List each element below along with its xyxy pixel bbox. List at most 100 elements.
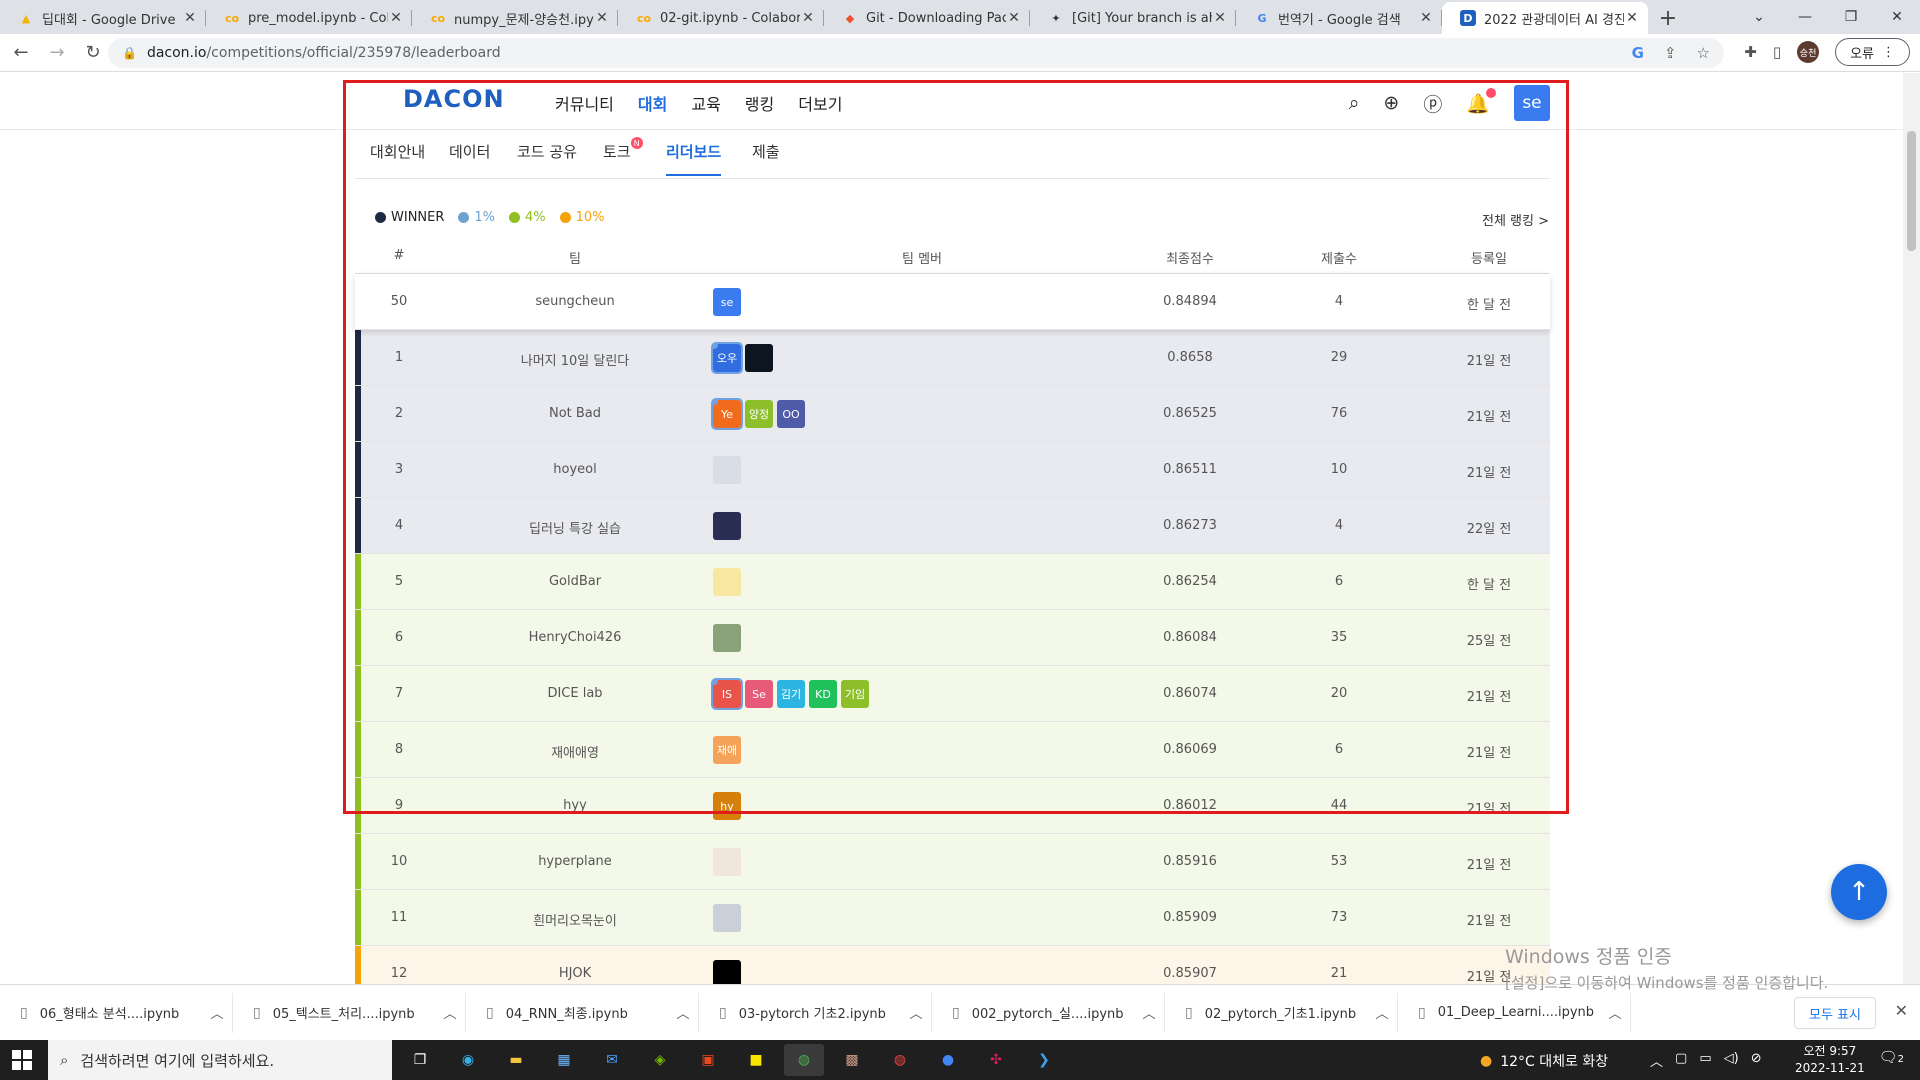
member-avatar[interactable]: KD xyxy=(809,680,837,708)
tray-chevron-icon[interactable]: ︿ xyxy=(1650,1051,1663,1070)
close-downloads-icon[interactable]: ✕ xyxy=(1895,1001,1908,1020)
team-name[interactable]: hyperplane xyxy=(538,854,612,869)
download-item[interactable]: ▯ 06_형태소 분석....ipynb ︿ xyxy=(0,992,233,1033)
back-icon[interactable]: ← xyxy=(6,42,36,63)
subtab-item[interactable]: 제출 xyxy=(752,141,780,174)
table-row[interactable]: 5 GoldBar 0.86254 6 한 달 전 xyxy=(355,554,1550,610)
taskbar-search-box[interactable]: ⌕ 검색하려면 여기에 입력하세요. xyxy=(48,1040,392,1080)
chrome-icon[interactable]: ◍ xyxy=(784,1044,824,1076)
tray-app-icon[interactable]: ▢ xyxy=(1675,1051,1687,1070)
task-view-icon[interactable]: ❐ xyxy=(400,1044,440,1076)
member-avatar[interactable]: 재애 xyxy=(713,736,741,764)
user-avatar[interactable]: se xyxy=(1514,85,1550,121)
browser-tab[interactable]: co numpy_문제-양승천.ipynb✕ xyxy=(412,2,618,34)
store-icon[interactable]: ▦ xyxy=(544,1044,584,1076)
subtab-item[interactable]: 토크 N xyxy=(603,137,643,174)
error-button[interactable]: 오류 ⋮ xyxy=(1835,38,1910,66)
table-row[interactable]: 11 흰머리오목눈이 0.85909 73 21일 전 xyxy=(355,890,1550,946)
scroll-to-top-button[interactable]: ↑ xyxy=(1831,864,1887,920)
member-avatar[interactable]: OO xyxy=(777,400,805,428)
member-avatar[interactable]: Ye xyxy=(711,398,743,430)
member-avatar[interactable]: se xyxy=(713,288,741,316)
table-row[interactable]: 9 hyy 0.86012 44 21일 전 hy xyxy=(355,778,1550,834)
member-avatar[interactable]: 기임 xyxy=(841,680,869,708)
forward-icon[interactable]: → xyxy=(42,42,72,63)
chevron-up-icon[interactable]: ︿ xyxy=(202,1003,232,1022)
chevron-up-icon[interactable]: ︿ xyxy=(668,1003,698,1022)
volume-icon[interactable]: ◁) xyxy=(1724,1051,1739,1070)
member-avatar[interactable]: 오우 xyxy=(711,342,743,374)
weather-widget[interactable]: ● 12°C 대체로 화창 xyxy=(1480,1051,1608,1071)
browser-tab[interactable]: ✦ [Git] Your branch is ahead✕ xyxy=(1030,2,1236,34)
nav-item[interactable]: 교육 xyxy=(691,91,720,115)
restore-icon[interactable]: ❐ xyxy=(1828,0,1874,34)
table-row[interactable]: 12 HJOK 0.85907 21 21일 전 xyxy=(355,946,1550,984)
kakaotalk-icon[interactable]: ■ xyxy=(736,1044,776,1076)
slack-icon[interactable]: ✣ xyxy=(976,1044,1016,1076)
subtab-item[interactable]: 데이터 xyxy=(449,141,490,174)
photo-avatar-icon[interactable] xyxy=(713,456,741,484)
scrollbar-thumb[interactable] xyxy=(1907,131,1916,251)
team-name[interactable]: hoyeol xyxy=(553,462,596,477)
nav-item[interactable]: 대회 xyxy=(638,91,667,115)
ime-icon[interactable]: ⊘ xyxy=(1751,1051,1762,1070)
globe-icon[interactable]: ⊕ xyxy=(1383,92,1399,114)
team-name[interactable]: HJOK xyxy=(559,966,591,981)
photo-avatar-icon[interactable] xyxy=(713,624,741,652)
table-row[interactable]: 6 HenryChoi426 0.86084 35 25일 전 xyxy=(355,610,1550,666)
close-tab-icon[interactable]: ✕ xyxy=(388,10,404,26)
share-icon[interactable]: ⇪ xyxy=(1664,44,1677,62)
chevron-up-icon[interactable]: ︿ xyxy=(1367,1003,1397,1022)
team-name[interactable]: GoldBar xyxy=(549,574,601,589)
download-item[interactable]: ▯ 01_Deep_Learni....ipynb ︿ xyxy=(1398,992,1631,1033)
table-row[interactable]: 2 Not Bad 0.86525 76 21일 전 Ye 양정 OO xyxy=(355,386,1550,442)
team-name[interactable]: DICE lab xyxy=(547,686,602,701)
chrome-profile-icon[interactable]: ◍ xyxy=(880,1044,920,1076)
reload-icon[interactable]: ↻ xyxy=(78,42,108,63)
bookmark-star-icon[interactable]: ☆ xyxy=(1697,44,1710,62)
nav-item[interactable]: 더보기 xyxy=(798,91,842,115)
photo-avatar-icon[interactable] xyxy=(713,960,741,984)
photo-avatar-icon[interactable] xyxy=(713,848,741,876)
table-row[interactable]: 7 DICE lab 0.86074 20 21일 전 IS Se 김기 KD 기임 xyxy=(355,666,1550,722)
office-icon[interactable]: ▣ xyxy=(688,1044,728,1076)
member-avatar[interactable]: 양정 xyxy=(745,400,773,428)
browser-tab[interactable]: ◆ Git - Downloading Packag✕ xyxy=(824,2,1030,34)
close-tab-icon[interactable]: ✕ xyxy=(594,10,610,26)
all-ranking-link[interactable]: 전체 랭킹 > xyxy=(1482,210,1549,229)
download-item[interactable]: ▯ 002_pytorch_실....ipynb ︿ xyxy=(932,992,1165,1033)
notification-center-icon[interactable]: 🗨2 xyxy=(1879,1048,1904,1066)
game-icon[interactable]: ▩ xyxy=(832,1044,872,1076)
download-item[interactable]: ▯ 05_텍스트_처리....ipynb ︿ xyxy=(233,992,466,1033)
team-name[interactable]: hyy xyxy=(563,798,587,813)
network-icon[interactable]: ▭ xyxy=(1699,1051,1711,1070)
close-tab-icon[interactable]: ✕ xyxy=(1006,10,1022,26)
address-bar[interactable]: 🔒 dacon.io /competitions/official/235978… xyxy=(108,38,1724,68)
close-tab-icon[interactable]: ✕ xyxy=(1418,10,1434,26)
member-avatar[interactable]: 김기 xyxy=(777,680,805,708)
chevron-up-icon[interactable]: ︿ xyxy=(435,1003,465,1022)
minimize-icon[interactable]: — xyxy=(1782,0,1828,34)
system-clock[interactable]: 오전 9:57 2022-11-21 xyxy=(1795,1043,1865,1077)
tab-search-icon[interactable]: ⌄ xyxy=(1736,0,1782,34)
dacon-logo[interactable]: DACON xyxy=(403,85,505,113)
close-tab-icon[interactable]: ✕ xyxy=(1212,10,1228,26)
maps-icon[interactable]: ● xyxy=(928,1044,968,1076)
download-item[interactable]: ▯ 03-pytorch 기초2.ipynb ︿ xyxy=(699,992,932,1033)
member-avatar[interactable]: IS xyxy=(711,678,743,710)
close-tab-icon[interactable]: ✕ xyxy=(1624,10,1640,26)
nvidia-icon[interactable]: ◈ xyxy=(640,1044,680,1076)
windows-start-icon[interactable] xyxy=(12,1050,32,1070)
team-name[interactable]: HenryChoi426 xyxy=(529,630,622,645)
browser-tab[interactable]: ▲ 딥대회 - Google Drive ✕ xyxy=(0,2,206,34)
chevron-up-icon[interactable]: ︿ xyxy=(1134,1003,1164,1022)
subtab-item[interactable]: 리더보드 xyxy=(666,141,722,176)
profile-avatar[interactable]: 승천 xyxy=(1797,41,1820,63)
subtab-item[interactable]: 대회안내 xyxy=(370,141,425,174)
table-row[interactable]: 10 hyperplane 0.85916 53 21일 전 xyxy=(355,834,1550,890)
page-scrollbar[interactable] xyxy=(1903,73,1920,984)
team-name[interactable]: Not Bad xyxy=(549,406,601,421)
team-name[interactable]: seungcheun xyxy=(535,294,614,309)
new-tab-button[interactable]: + xyxy=(1648,2,1688,34)
edge-icon[interactable]: ◉ xyxy=(448,1044,488,1076)
